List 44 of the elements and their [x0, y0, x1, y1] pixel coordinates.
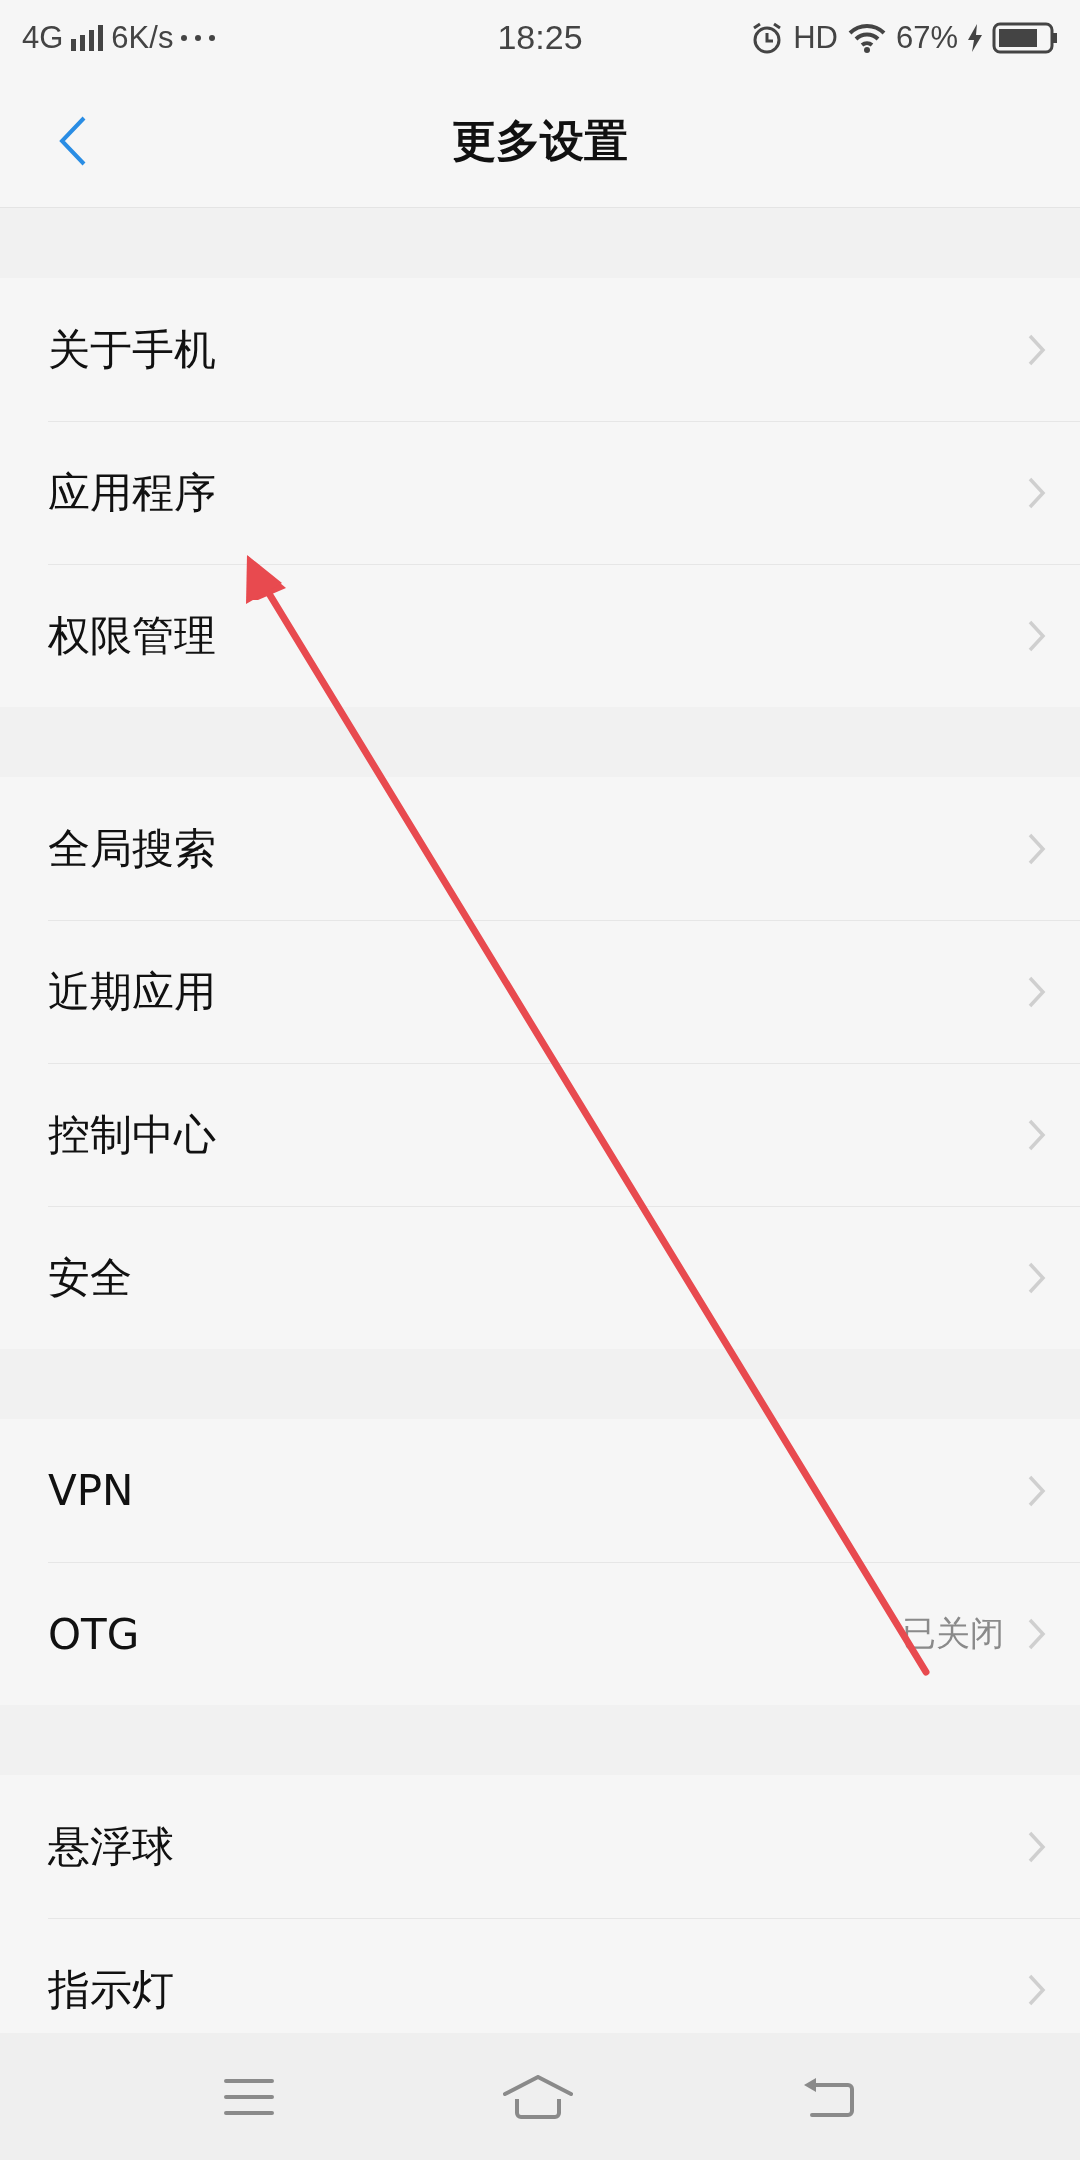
item-label: 应用程序 [48, 467, 217, 519]
menu-icon[interactable] [224, 2077, 275, 2116]
chevron-icon [1028, 1262, 1046, 1294]
charging-icon [968, 23, 982, 52]
more-icon [181, 34, 216, 41]
settings-item[interactable]: 全局搜索 [48, 777, 1080, 920]
settings-item[interactable]: 悬浮球 [48, 1775, 1080, 1918]
network-speed: 6K/s [111, 19, 174, 56]
settings-item[interactable]: 应用程序 [48, 421, 1080, 564]
chevron-icon [1028, 1119, 1046, 1151]
chevron-icon [1028, 976, 1046, 1008]
settings-item[interactable]: 安全 [48, 1206, 1080, 1349]
item-label: 权限管理 [48, 610, 217, 662]
settings-item[interactable]: VPN [48, 1419, 1080, 1562]
chevron-icon [1028, 1830, 1046, 1863]
signal-icon [71, 24, 104, 51]
hd-label: HD [793, 19, 838, 56]
item-label: OTG [48, 1609, 141, 1659]
network-type: 4G [22, 19, 64, 56]
home-icon[interactable] [503, 2074, 573, 2119]
chevron-icon [1028, 1474, 1046, 1507]
item-label: 安全 [48, 1252, 133, 1304]
chevron-icon [1028, 477, 1046, 509]
battery-percent: 67% [895, 19, 958, 56]
item-label: VPN [48, 1466, 135, 1515]
settings-item[interactable]: 控制中心 [48, 1063, 1080, 1206]
item-label: 控制中心 [48, 1109, 217, 1161]
item-label: 悬浮球 [48, 1820, 175, 1873]
item-label: 近期应用 [48, 966, 217, 1018]
page-title: 更多设置 [452, 113, 628, 168]
chevron-icon [1028, 832, 1046, 865]
chevron-icon [1028, 333, 1046, 366]
settings-item[interactable]: 关于手机 [48, 278, 1080, 421]
item-label: 指示灯 [48, 1964, 175, 2016]
chevron-icon [1028, 1618, 1046, 1650]
back-icon[interactable] [58, 115, 88, 167]
wifi-icon [847, 22, 886, 53]
clock: 18:25 [497, 18, 583, 57]
item-label: 关于手机 [48, 323, 217, 376]
settings-item[interactable]: 近期应用 [48, 920, 1080, 1063]
chevron-icon [1028, 620, 1046, 652]
battery-icon [992, 21, 1058, 54]
item-label: 全局搜索 [48, 822, 217, 875]
chevron-icon [1028, 1974, 1046, 2006]
